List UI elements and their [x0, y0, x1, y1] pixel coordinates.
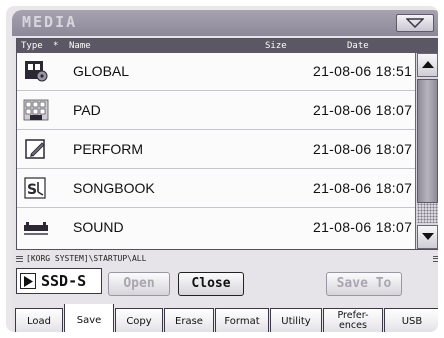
page-menu-button[interactable] [396, 14, 434, 32]
save-to-button[interactable]: Save To [326, 272, 402, 296]
tab-utility[interactable]: Utility [270, 308, 322, 332]
open-button[interactable]: Open [108, 272, 170, 296]
global-icon [25, 61, 48, 82]
title-bar: MEDIA [12, 10, 438, 36]
item-date: 21-08-06 18:07 [313, 102, 413, 118]
tab-copy[interactable]: Copy [115, 308, 163, 332]
triangle-right-icon [24, 276, 33, 287]
sound-icon [24, 222, 48, 235]
scroll-up-button[interactable] [417, 53, 438, 77]
tab-erase[interactable]: Erase [164, 308, 214, 332]
column-size[interactable]: Size [265, 39, 287, 53]
grip-icon [16, 256, 23, 262]
media-page: MEDIA Type * Name Size Date GLOBAL 21-08… [12, 10, 438, 332]
column-type[interactable]: Type [21, 39, 43, 53]
triangle-up-icon [422, 61, 434, 68]
list-header: Type * Name Size Date [17, 39, 438, 53]
tab-format[interactable]: Format [215, 308, 269, 332]
item-name: PERFORM [73, 141, 143, 157]
device-selector[interactable]: SSD-S [16, 268, 102, 294]
item-name: PAD [73, 102, 101, 118]
current-path: [KORG SYSTEM]\STARTUP\ALL [26, 254, 147, 263]
tab-load[interactable]: Load [15, 308, 63, 332]
songbook-icon: S [24, 177, 46, 199]
grip-icon [433, 256, 438, 262]
item-date: 21-08-06 18:07 [313, 141, 413, 157]
tab-usb[interactable]: USB [384, 308, 438, 332]
sort-marker: * [53, 41, 59, 51]
item-name: SOUND [73, 219, 124, 235]
tab-preferences[interactable]: Prefer- ences [323, 308, 383, 332]
list-item[interactable]: SOUND 21-08-06 18:07 [17, 209, 415, 247]
list-item[interactable]: PERFORM 21-08-06 18:07 [17, 131, 415, 169]
tab-bar: Load Save Copy Erase Format Utility Pref… [12, 304, 438, 332]
perform-icon [25, 139, 45, 159]
item-date: 21-08-06 18:07 [313, 180, 413, 196]
column-date[interactable]: Date [347, 39, 369, 53]
device-label: SSD-S [41, 272, 87, 290]
triangle-down-icon [422, 233, 434, 240]
path-line: [KORG SYSTEM]\STARTUP\ALL [16, 253, 438, 265]
scroll-down-button[interactable] [417, 225, 438, 249]
scroll-thumb[interactable] [417, 79, 438, 203]
svg-text:S: S [27, 182, 37, 198]
list-item[interactable]: PAD 21-08-06 18:07 [17, 92, 415, 130]
item-name: SONGBOOK [73, 180, 155, 196]
item-name: GLOBAL [73, 63, 130, 79]
list-scrollbar[interactable] [415, 53, 438, 249]
item-date: 21-08-06 18:51 [313, 63, 413, 79]
item-date: 21-08-06 18:07 [313, 219, 413, 235]
chevron-down-icon [406, 18, 424, 28]
list-item[interactable]: GLOBAL 21-08-06 18:51 [17, 53, 415, 91]
list-rows: GLOBAL 21-08-06 18:51 PAD 21-08-06 18:07 [17, 53, 415, 249]
scroll-track[interactable] [417, 203, 438, 223]
device-arrow-button[interactable] [20, 273, 36, 289]
file-list: Type * Name Size Date GLOBAL 21-08-06 18… [16, 38, 438, 250]
tab-save[interactable]: Save [64, 304, 114, 332]
page-title: MEDIA [22, 13, 78, 31]
close-button[interactable]: Close [178, 272, 244, 296]
list-item[interactable]: S SONGBOOK 21-08-06 18:07 [17, 170, 415, 208]
screen-frame: MEDIA Type * Name Size Date GLOBAL 21-08… [0, 0, 444, 338]
column-name[interactable]: Name [69, 39, 91, 53]
pad-icon [23, 99, 49, 121]
